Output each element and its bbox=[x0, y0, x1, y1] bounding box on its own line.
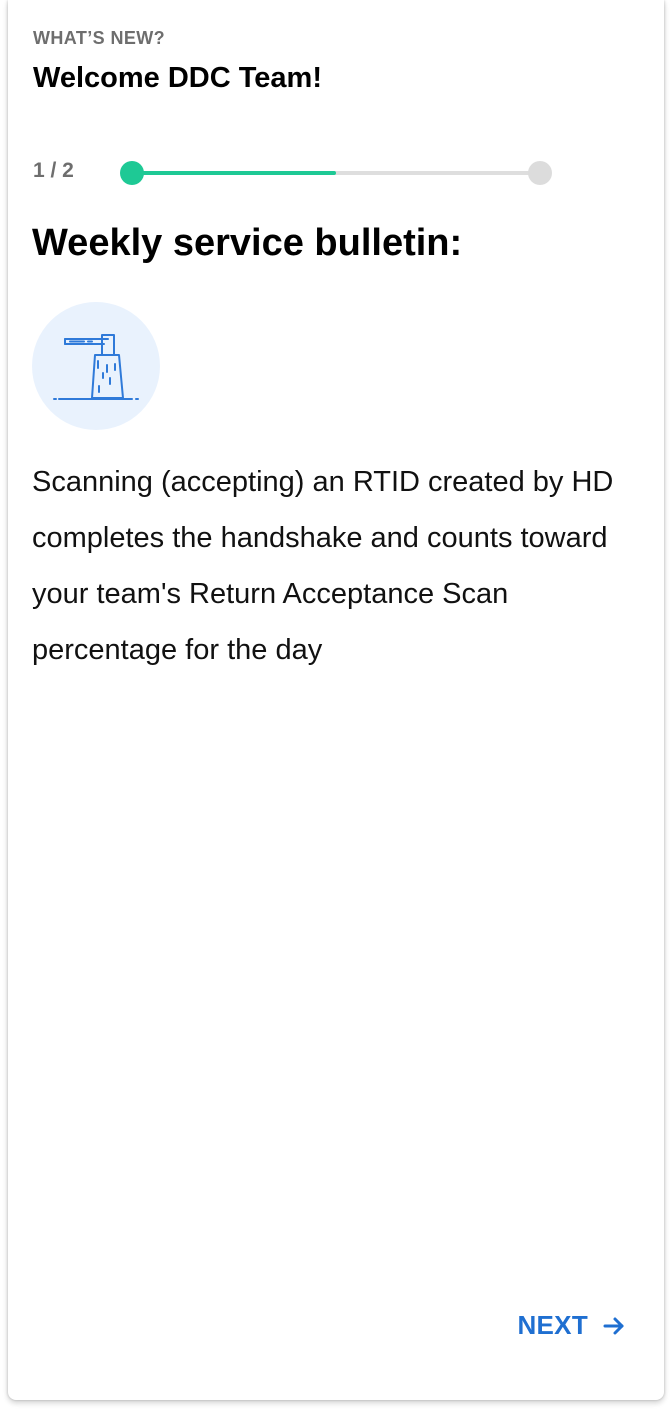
welcome-title: Welcome DDC Team! bbox=[33, 62, 322, 94]
bulletin-heading: Weekly service bulletin: bbox=[32, 222, 463, 264]
bulletin-body: Scanning (accepting) an RTID created by … bbox=[32, 466, 614, 666]
eyebrow-label: WHAT’S NEW? bbox=[33, 28, 166, 48]
next-button-label: NEXT bbox=[517, 1310, 588, 1340]
progress-dot-current bbox=[120, 161, 144, 185]
progress-fill bbox=[131, 171, 336, 175]
whats-new-card: WHAT’S NEW? Welcome DDC Team! 1 / 2 Week… bbox=[8, 0, 664, 1400]
progress-dot-last bbox=[528, 161, 552, 185]
arrow-right-icon bbox=[602, 1314, 626, 1338]
progress-track bbox=[131, 171, 540, 175]
next-button[interactable]: NEXT bbox=[517, 1310, 626, 1341]
step-counter: 1 / 2 bbox=[33, 159, 74, 182]
scanner-station-icon bbox=[32, 302, 160, 430]
